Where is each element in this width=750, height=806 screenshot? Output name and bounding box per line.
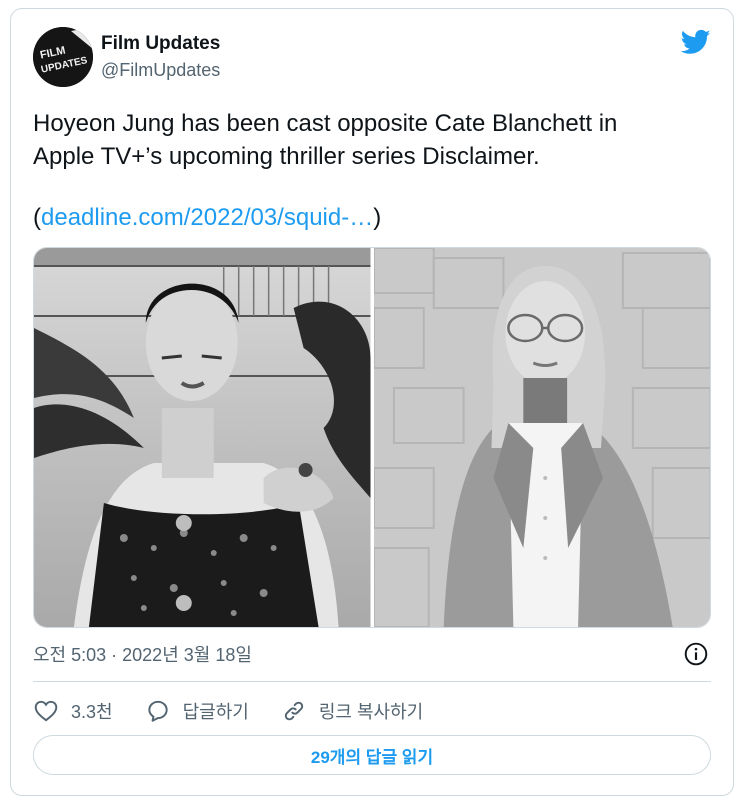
link-open-paren: (	[33, 204, 41, 231]
tweet-card[interactable]: FILM UPDATES Film Updates @FilmUpdates H…	[10, 8, 734, 796]
copy-link-label: 링크 복사하기	[318, 702, 424, 722]
speech-bubble-icon	[147, 700, 168, 722]
reply-label: 답글하기	[182, 702, 249, 722]
author-handle[interactable]: @FilmUpdates	[101, 60, 220, 81]
author-name[interactable]: Film Updates	[101, 33, 220, 55]
link-chain-icon	[284, 701, 304, 721]
photo-left[interactable]	[34, 248, 371, 627]
article-link[interactable]: deadline.com/2022/03/squid-…	[41, 204, 373, 231]
tweet-timestamp[interactable]: 오전 5:03 · 2022년 3월 18일	[33, 641, 252, 667]
like-count: 3.3천	[71, 702, 113, 722]
media-gallery[interactable]	[33, 247, 711, 628]
info-icon[interactable]	[683, 641, 709, 667]
heart-icon	[34, 700, 58, 722]
divider	[33, 681, 711, 682]
avatar[interactable]: FILM UPDATES	[33, 27, 93, 87]
link-close-paren: )	[373, 204, 382, 231]
read-replies-button[interactable]: 29개의 답글 읽기	[33, 735, 711, 775]
like-button[interactable]: 3.3천	[33, 698, 113, 724]
twitter-bird-icon[interactable]	[681, 27, 711, 57]
tweet-text-line: Apple TV+’s upcoming thriller series Dis…	[33, 143, 540, 170]
tweet-text: Hoyeon Jung has been cast opposite Cate …	[33, 107, 713, 173]
tweet-text-line: Hoyeon Jung has been cast opposite Cate …	[33, 110, 618, 137]
reply-button[interactable]: 답글하기	[145, 698, 249, 724]
photo-right[interactable]	[373, 248, 710, 627]
tweet-link-line: (deadline.com/2022/03/squid-…)	[33, 201, 381, 234]
action-bar: 3.3천 답글하기 링크 복사하기	[33, 693, 711, 729]
copy-link-button[interactable]: 링크 복사하기	[281, 698, 423, 724]
